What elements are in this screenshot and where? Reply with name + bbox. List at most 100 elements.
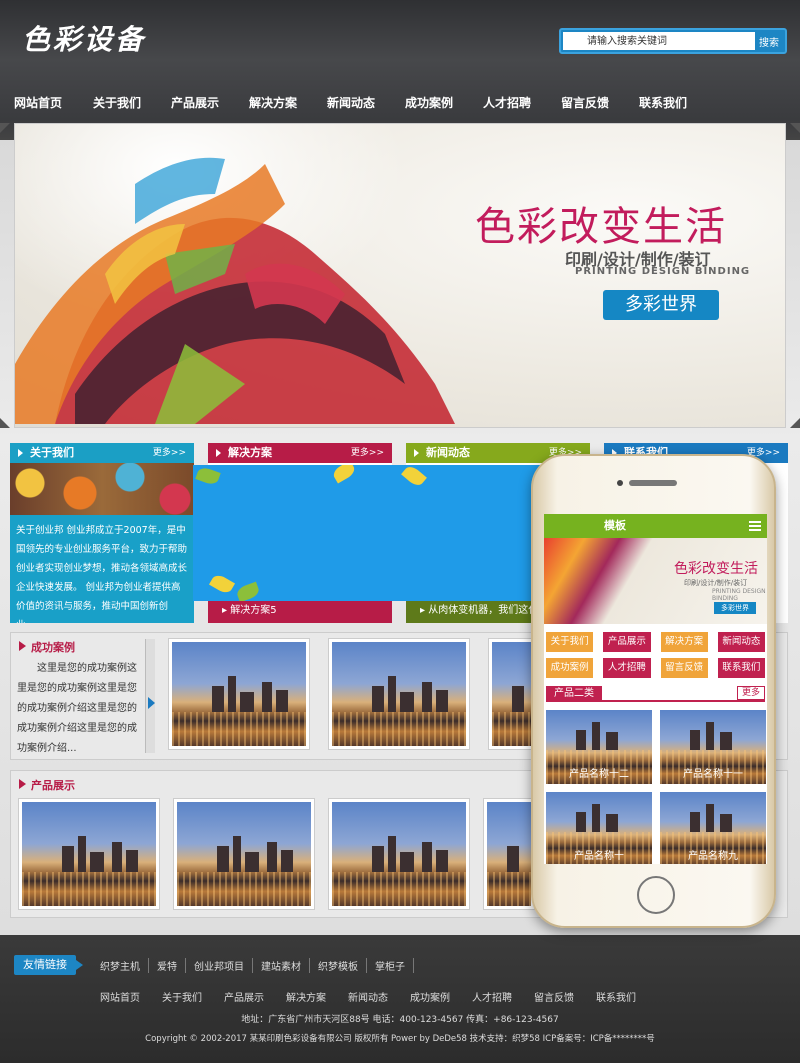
about-box: 关于我们 更多>> 关于创业邦 创业邦成立于2007年，是中国领先的专业创业服务平… (10, 443, 194, 623)
cases-title: 成功案例 (19, 639, 75, 655)
friend-link[interactable]: 建站素材 (253, 958, 310, 973)
nav-solutions[interactable]: 解决方案 (234, 92, 312, 114)
site-logo[interactable]: 色彩设备 (22, 18, 146, 58)
mobile-product[interactable]: 产品名称十二 (546, 710, 652, 784)
footer-nav-item[interactable]: 留言反馈 (534, 989, 596, 1004)
nav-cases[interactable]: 成功案例 (390, 92, 468, 114)
footer-nav-item[interactable]: 关于我们 (162, 989, 224, 1004)
mobile-product[interactable]: 产品名称十一 (660, 710, 766, 784)
about-image (10, 463, 194, 515)
mobile-menu-grid: 关于我们 产品展示 解决方案 新闻动态 成功案例 人才招聘 留言反馈 联系我们 (544, 624, 767, 684)
products-title: 产品展示 (19, 777, 75, 793)
speaker-icon (629, 480, 677, 486)
mobile-banner-subtitle: 印刷/设计/制作/装订 (684, 579, 748, 587)
solutions-more-link[interactable]: 更多>> (351, 443, 384, 463)
search-button[interactable]: 搜索 (755, 32, 783, 50)
friend-link[interactable]: 创业邦项目 (186, 958, 253, 973)
mobile-menu-item[interactable]: 成功案例 (546, 658, 594, 678)
product-photo[interactable] (484, 799, 534, 909)
friend-links-label: 友情链接 (14, 955, 83, 975)
leaf-icon (401, 465, 427, 489)
mobile-products: 产品名称十二 产品名称十一 产品名称十 产品名称九 (544, 702, 767, 864)
about-more-link[interactable]: 更多>> (153, 443, 186, 463)
mobile-banner-english: PRINTING DESIGN BINDING (712, 588, 766, 602)
mobile-menu-item[interactable]: 解决方案 (660, 632, 708, 652)
cases-scroll-arrow[interactable] (145, 639, 155, 753)
banner-button[interactable]: 多彩世界 (603, 290, 719, 320)
leaf-icon (208, 572, 236, 596)
banner-title: 色彩改变生活 (475, 204, 727, 250)
banner-english: PRINTING DESIGN BINDING (575, 266, 751, 277)
mobile-menu-item[interactable]: 新闻动态 (717, 632, 765, 652)
mobile-header: 模板 (544, 514, 767, 538)
nav-contact[interactable]: 联系我们 (624, 92, 702, 114)
product-photo[interactable] (174, 799, 314, 909)
leaf-icon (330, 465, 358, 484)
solutions-item[interactable]: ▸ 解决方案5 (208, 599, 392, 623)
mobile-section-header: 产品二类 更多 (546, 684, 765, 702)
footer-nav-item[interactable]: 人才招聘 (472, 989, 534, 1004)
news-title: 新闻动态 (426, 446, 470, 459)
main-nav: 网站首页 关于我们 产品展示 解决方案 新闻动态 成功案例 人才招聘 留言反馈 … (0, 92, 800, 114)
menu-icon[interactable] (749, 521, 761, 531)
mobile-banner[interactable]: 色彩改变生活 印刷/设计/制作/装订 PRINTING DESIGN BINDI… (544, 538, 767, 624)
mobile-menu-item[interactable]: 关于我们 (546, 632, 594, 652)
mobile-section-title: 产品二类 (546, 686, 602, 702)
mobile-header-title: 模板 (604, 519, 626, 532)
search-input[interactable] (563, 32, 755, 50)
search-bar: 搜索 (559, 28, 787, 54)
banner-corner-left (0, 123, 10, 133)
hero-banner[interactable]: 色彩改变生活 印刷/设计/制作/装订 PRINTING DESIGN BINDI… (14, 123, 786, 428)
mobile-product[interactable]: 产品名称十 (546, 792, 652, 864)
about-title: 关于我们 (30, 446, 74, 459)
about-text: 关于创业邦 创业邦成立于2007年，是中国领先的专业创业服务平台，致力于帮助创业… (10, 515, 194, 623)
nav-feedback[interactable]: 留言反馈 (546, 92, 624, 114)
friend-link[interactable]: 爱特 (149, 958, 186, 973)
nav-news[interactable]: 新闻动态 (312, 92, 390, 114)
case-photo[interactable] (329, 639, 469, 749)
mobile-product-caption: 产品名称九 (688, 851, 738, 862)
solutions-title: 解决方案 (228, 446, 272, 459)
friend-link[interactable]: 掌柜子 (367, 958, 414, 973)
footer-nav-item[interactable]: 联系我们 (596, 989, 658, 1004)
about-header: 关于我们 更多>> (10, 443, 194, 463)
nav-home[interactable]: 网站首页 (0, 92, 78, 114)
solutions-header: 解决方案 更多>> (208, 443, 392, 463)
mobile-menu-item[interactable]: 联系我们 (717, 658, 765, 678)
mobile-product-caption: 产品名称十 (574, 851, 624, 862)
leaf-icon (235, 581, 261, 601)
footer-nav: 网站首页 关于我们 产品展示 解决方案 新闻动态 成功案例 人才招聘 留言反馈 … (100, 989, 658, 1004)
footer-copyright: Copyright © 2002-2017 某某印刷色彩设备有限公司 版权所有 … (145, 1034, 655, 1044)
mobile-menu-item[interactable]: 产品展示 (603, 632, 651, 652)
product-photo[interactable] (19, 799, 159, 909)
friend-link[interactable]: 织梦模板 (310, 958, 367, 973)
mobile-banner-title: 色彩改变生活 (674, 561, 758, 577)
mobile-menu-item[interactable]: 人才招聘 (603, 658, 651, 678)
mobile-banner-button[interactable]: 多彩世界 (714, 602, 756, 614)
mobile-product[interactable]: 产品名称九 (660, 792, 766, 864)
ribbon-graphic (15, 124, 475, 427)
cases-text: 这里是您的成功案例这里是您的成功案例这里是您的成功案例介绍这里是您的成功案例介绍… (17, 663, 137, 754)
camera-icon (617, 480, 623, 486)
mobile-product-caption: 产品名称十二 (569, 769, 629, 780)
friend-link[interactable]: 织梦主机 (100, 958, 149, 973)
banner-corner-right (790, 123, 800, 133)
leaf-icon (195, 465, 221, 487)
home-button[interactable] (637, 876, 675, 914)
product-photo[interactable] (329, 799, 469, 909)
mobile-section-more[interactable]: 更多 (736, 686, 765, 700)
footer-nav-item[interactable]: 网站首页 (100, 989, 162, 1004)
nav-jobs[interactable]: 人才招聘 (468, 92, 546, 114)
friend-links: 织梦主机 爱特 创业邦项目 建站素材 织梦模板 掌柜子 (100, 958, 414, 973)
footer-nav-item[interactable]: 成功案例 (410, 989, 472, 1004)
footer-nav-item[interactable]: 产品展示 (224, 989, 286, 1004)
footer-address: 地址：广东省广州市天河区88号 电话：400-123-4567 传真：+86-1… (241, 1015, 559, 1025)
nav-products[interactable]: 产品展示 (156, 92, 234, 114)
nav-about[interactable]: 关于我们 (78, 92, 156, 114)
mobile-product-caption: 产品名称十一 (683, 769, 743, 780)
case-photo[interactable] (169, 639, 309, 749)
footer-nav-item[interactable]: 解决方案 (286, 989, 348, 1004)
footer-nav-item[interactable]: 新闻动态 (348, 989, 410, 1004)
mobile-menu-item[interactable]: 留言反馈 (660, 658, 708, 678)
banner-corner-left-bottom (0, 418, 10, 428)
